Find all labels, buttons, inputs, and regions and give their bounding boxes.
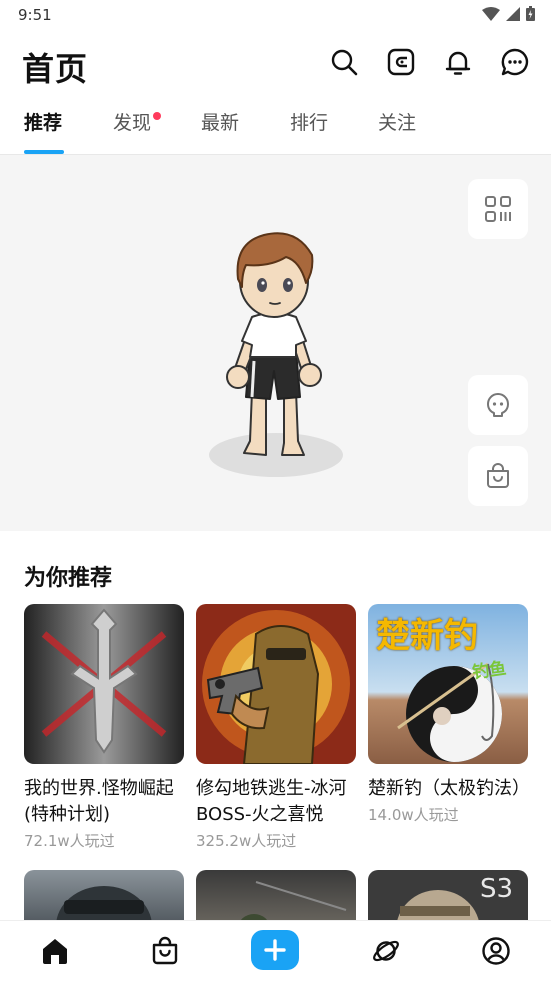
new-badge (153, 112, 162, 120)
tab-label: 关注 (378, 112, 417, 134)
qr-code-icon (485, 196, 511, 222)
game-title: 我的世界.怪物崛起(特种计划) (24, 778, 174, 825)
tab-latest[interactable]: 最新 (201, 108, 239, 154)
game-play-count: 14.0w人玩过 (368, 806, 459, 824)
nav-home[interactable] (39, 935, 71, 967)
avatar-face-button[interactable] (468, 375, 528, 435)
nav-shop[interactable] (149, 935, 181, 967)
plus-icon (264, 939, 286, 961)
game-card[interactable]: 楚新钓 钓鱼 楚新钓（太极钓法） 14.0w人玩过 (368, 604, 530, 825)
bell-icon (445, 51, 471, 75)
create-button[interactable] (251, 930, 299, 970)
avatar-shop-button[interactable] (468, 446, 528, 506)
tab-ranking[interactable]: 排行 (290, 108, 328, 154)
notifications-button[interactable] (444, 48, 472, 76)
thumbnail-logo-text: S3 (480, 874, 514, 904)
game-thumbnail (196, 604, 356, 764)
wifi-icon (482, 6, 500, 21)
avatar-showcase (0, 155, 551, 531)
bag-icon (152, 936, 178, 965)
tab-bar: 推荐 发现 最新 排行 关注 (0, 108, 551, 154)
thumbnail-logo-subtext: 钓鱼 (471, 658, 508, 684)
game-card[interactable]: 修勾地铁逃生-冰河BOSS-火之喜悦 325.2w人玩过 (196, 604, 356, 851)
wallet-button[interactable] (387, 48, 415, 76)
header-actions (330, 48, 529, 76)
status-time: 9:51 (18, 6, 52, 24)
face-icon (487, 393, 509, 417)
nav-explore[interactable] (370, 935, 402, 967)
game-play-count: 72.1w人玩过 (24, 832, 115, 850)
tab-recommend[interactable]: 推荐 (24, 108, 64, 154)
game-card[interactable]: 我的世界.怪物崛起(特种计划) 72.1w人玩过 (24, 604, 184, 851)
section-title-recommend: 为你推荐 (24, 566, 113, 591)
chat-icon (501, 48, 529, 76)
bottom-nav (0, 920, 551, 982)
status-icons (482, 6, 535, 21)
profile-icon (482, 937, 510, 965)
battery-icon (526, 6, 535, 21)
tab-label: 发现 (113, 112, 152, 134)
search-icon (331, 49, 358, 76)
wallet-icon (387, 48, 415, 76)
game-thumbnail (24, 604, 184, 764)
shop-bag-icon (487, 463, 509, 488)
nav-profile[interactable] (480, 935, 512, 967)
tab-label: 推荐 (24, 112, 63, 134)
search-button[interactable] (330, 48, 358, 76)
tab-label: 排行 (290, 112, 329, 134)
messages-button[interactable] (501, 48, 529, 76)
qr-code-button[interactable] (468, 179, 528, 239)
avatar-character (209, 232, 343, 477)
signal-icon (506, 6, 520, 21)
status-bar: 9:51 (0, 0, 551, 32)
thumbnail-logo-text: 楚新钓 (376, 616, 478, 656)
game-play-count: 325.2w人玩过 (196, 832, 297, 850)
tab-discover[interactable]: 发现 (113, 108, 162, 154)
planet-icon (373, 940, 399, 962)
game-title: 楚新钓（太极钓法） (368, 778, 530, 799)
page-title: 首页 (22, 50, 89, 88)
home-icon (43, 939, 67, 964)
tab-label: 最新 (201, 112, 240, 134)
tab-following[interactable]: 关注 (378, 108, 416, 154)
header: 首页 (0, 40, 551, 92)
game-title: 修勾地铁逃生-冰河BOSS-火之喜悦 (196, 778, 347, 825)
